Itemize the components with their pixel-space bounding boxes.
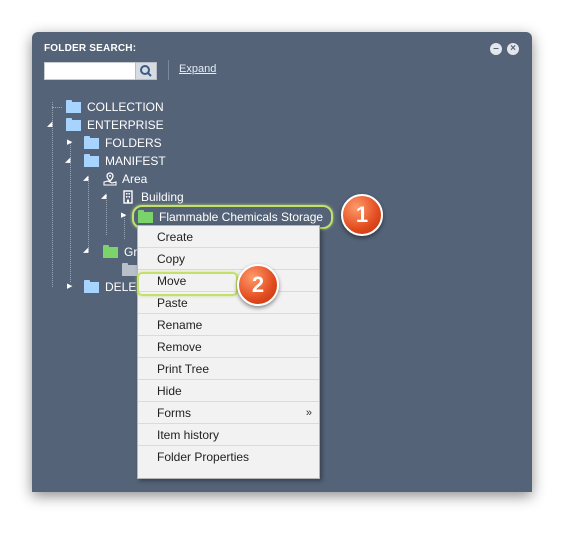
tree-node-area[interactable]: Area [102, 171, 147, 187]
tree-node-folders[interactable]: FOLDERS [84, 135, 162, 151]
tree-node-building[interactable]: Building [121, 189, 184, 205]
folder-icon [84, 279, 99, 293]
menu-item-paste[interactable]: Paste [138, 292, 319, 314]
folder-panel: FOLDER SEARCH: – × Expand COLLECTION ◢ E… [32, 32, 532, 492]
minus-circle-icon[interactable]: – [490, 43, 502, 55]
tree-node-enterprise[interactable]: ENTERPRISE [66, 117, 164, 133]
search-button[interactable] [135, 62, 157, 80]
tree-node-group[interactable]: Gr [103, 244, 137, 260]
tree-line [106, 195, 107, 235]
tree-line [52, 102, 53, 287]
tree-node-collection[interactable]: COLLECTION [66, 99, 164, 115]
expanded-toggle-icon[interactable]: ◢ [101, 193, 106, 201]
menu-item-create[interactable]: Create [138, 226, 319, 248]
menu-item-rename[interactable]: Rename [138, 314, 319, 336]
menu-item-forms-label: Forms [157, 406, 191, 420]
area-map-icon [103, 172, 117, 186]
tree-node-manifest[interactable]: MANIFEST [84, 153, 166, 169]
close-circle-icon[interactable]: × [507, 43, 519, 55]
folder-icon [84, 135, 99, 149]
menu-item-remove[interactable]: Remove [138, 336, 319, 358]
search-input[interactable] [44, 62, 138, 80]
callout-badge-2: 2 [237, 264, 279, 306]
separator [168, 60, 169, 80]
search-icon [140, 65, 152, 77]
menu-item-move[interactable]: Move [138, 270, 319, 292]
expanded-toggle-icon[interactable]: ◢ [47, 121, 52, 129]
expanded-toggle-icon[interactable]: ◢ [83, 175, 88, 183]
context-menu: Create Copy Move Paste Rename Remove Pri… [137, 225, 320, 479]
search-label: FOLDER SEARCH: [44, 43, 137, 54]
menu-item-print-tree[interactable]: Print Tree [138, 358, 319, 380]
tree-line [52, 107, 62, 108]
collapsed-toggle-icon[interactable]: ▶ [67, 283, 72, 291]
collapsed-toggle-icon[interactable]: ▶ [121, 212, 126, 220]
expand-link[interactable]: Expand [179, 63, 216, 75]
folder-icon [84, 153, 99, 167]
menu-item-forms[interactable]: Forms » [138, 402, 319, 424]
building-icon [123, 190, 133, 204]
folder-icon [103, 244, 118, 258]
folder-icon [66, 117, 81, 131]
collapsed-toggle-icon[interactable]: ▶ [67, 139, 72, 147]
folder-icon [66, 99, 81, 113]
folder-icon [122, 262, 137, 276]
tree-line [88, 177, 89, 252]
expanded-toggle-icon[interactable]: ◢ [65, 157, 70, 165]
folder-icon [138, 209, 153, 223]
expanded-toggle-icon[interactable]: ◢ [83, 247, 88, 255]
menu-item-history[interactable]: Item history [138, 424, 319, 446]
submenu-arrow-icon: » [305, 407, 312, 419]
callout-badge-1: 1 [341, 194, 383, 236]
menu-item-copy[interactable]: Copy [138, 248, 319, 270]
menu-item-hide[interactable]: Hide [138, 380, 319, 402]
menu-item-folder-properties[interactable]: Folder Properties [138, 446, 319, 468]
tree-node-deleted[interactable]: DELE [84, 279, 136, 295]
